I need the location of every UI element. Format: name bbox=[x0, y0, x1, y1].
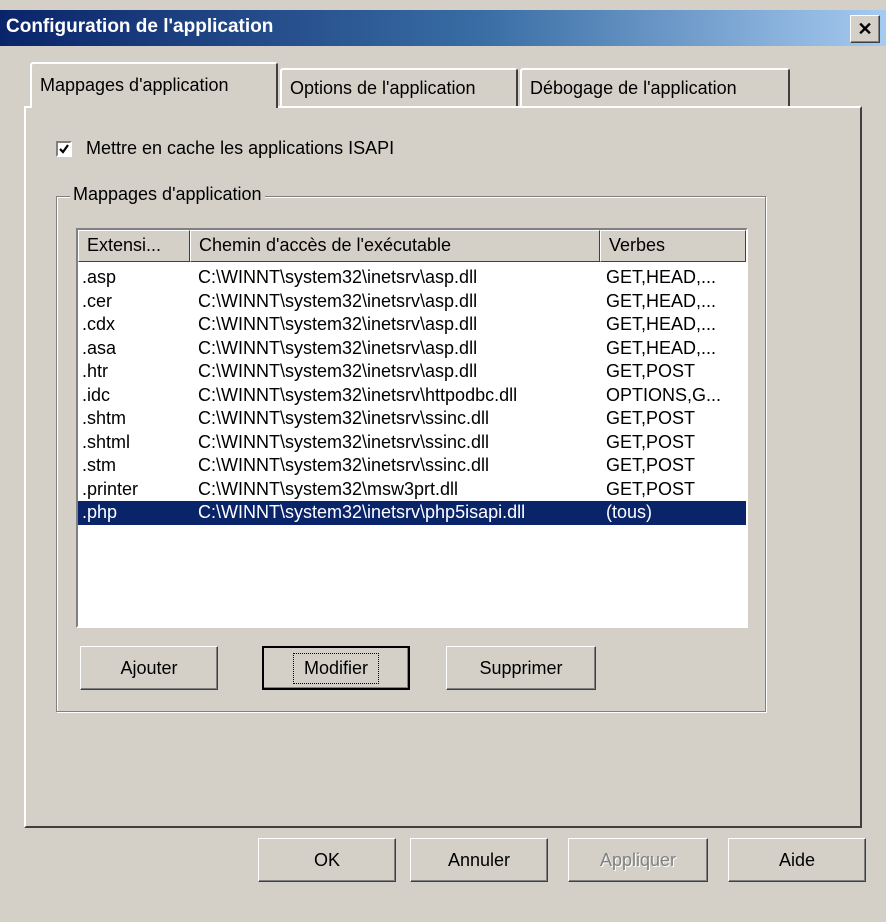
row-verbs: GET,HEAD,... bbox=[606, 337, 717, 358]
window-title: Configuration de l'application bbox=[6, 16, 274, 37]
row-extension: .asa bbox=[82, 337, 117, 358]
list-row[interactable]: .stm C:\WINNT\system32\inetsrv\ssinc.dll G… bbox=[78, 454, 746, 478]
row-path: C:\WINNT\system32\inetsrv\httpodbc.dll bbox=[198, 384, 518, 405]
list-row[interactable]: .asp C:\WINNT\system32\inetsrv\asp.dll GET… bbox=[78, 266, 746, 290]
row-verbs: GET,POST bbox=[606, 431, 696, 452]
row-verbs: GET,HEAD,... bbox=[606, 267, 717, 287]
tab-label: Débogage de l'application bbox=[530, 78, 737, 98]
modify-button-label: Modifier bbox=[292, 652, 380, 684]
row-verbs: OPTIONS,G... bbox=[606, 384, 722, 405]
title-bar[interactable]: Configuration de l'application ✕ bbox=[0, 10, 886, 46]
row-verbs: GET,HEAD,... bbox=[606, 314, 717, 334]
row-verbs: (tous) bbox=[606, 502, 653, 522]
column-header-extension[interactable]: Extensi... bbox=[78, 230, 190, 262]
list-row[interactable]: .asa C:\WINNT\system32\inetsrv\asp.dll GET… bbox=[78, 337, 746, 361]
cache-isapi-checkbox[interactable] bbox=[56, 140, 72, 157]
list-row[interactable]: .idc C:\WINNT\system32\inetsrv\httpodbc.d… bbox=[78, 384, 746, 408]
row-path: C:\WINNT\system32\inetsrv\asp.dll bbox=[198, 337, 478, 358]
row-verbs: GET,HEAD,... bbox=[606, 290, 717, 311]
row-extension: .printer bbox=[82, 478, 139, 499]
row-extension: .cer bbox=[82, 290, 113, 311]
mappings-group-label: Mappages d'application bbox=[70, 184, 265, 205]
cache-isapi-label: Mettre en cache les applications ISAPI bbox=[86, 138, 395, 158]
cancel-button-label: Annuler bbox=[447, 849, 511, 870]
list-row[interactable]: .shtm C:\WINNT\system32\inetsrv\ssinc.dll… bbox=[78, 407, 746, 431]
remove-button-label: Supprimer bbox=[479, 657, 563, 678]
row-verbs: GET,POST bbox=[606, 361, 696, 381]
checkmark-icon bbox=[59, 143, 69, 154]
row-path: C:\WINNT\system32\inetsrv\asp.dll bbox=[198, 290, 478, 311]
mappings-listview[interactable]: Extensi... Chemin d'accès de l'exécutabl… bbox=[76, 228, 748, 628]
row-verbs: GET,POST bbox=[606, 455, 696, 475]
apply-button-label: Appliquer bbox=[599, 849, 677, 870]
list-row[interactable]: .shtml C:\WINNT\system32\inetsrv\ssinc.dl… bbox=[78, 431, 746, 455]
row-path: C:\WINNT\system32\inetsrv\asp.dll bbox=[198, 267, 478, 287]
list-header: Extensi... Chemin d'accès de l'exécutabl… bbox=[78, 230, 746, 262]
row-path: C:\WINNT\system32\inetsrv\asp.dll bbox=[198, 361, 478, 381]
tab-label: Options de l'application bbox=[290, 78, 476, 98]
cache-isapi-row[interactable]: Mettre en cache les applications ISAPI bbox=[56, 138, 394, 159]
close-icon[interactable]: ✕ bbox=[850, 15, 880, 43]
row-extension: .shtm bbox=[82, 408, 127, 428]
row-path: C:\WINNT\system32\inetsrv\ssinc.dll bbox=[198, 408, 490, 428]
add-button[interactable]: Ajouter bbox=[80, 646, 218, 690]
list-row[interactable]: .cer C:\WINNT\system32\inetsrv\asp.dll GET… bbox=[78, 290, 746, 314]
tab-label: Mappages d'application bbox=[40, 75, 229, 95]
row-verbs: GET,POST bbox=[606, 408, 696, 428]
tab-mappages-application[interactable]: Mappages d'application bbox=[30, 62, 278, 108]
row-extension: .cdx bbox=[82, 314, 116, 334]
ok-button[interactable]: OK bbox=[258, 838, 396, 882]
row-path: C:\WINNT\system32\inetsrv\ssinc.dll bbox=[198, 431, 490, 452]
row-extension: .stm bbox=[82, 455, 116, 475]
column-header-verbs[interactable]: Verbes bbox=[600, 230, 746, 262]
row-extension: .htr bbox=[82, 361, 109, 381]
row-extension: .shtml bbox=[82, 431, 131, 452]
row-path: C:\WINNT\system32\msw3prt.dll bbox=[198, 478, 459, 499]
row-extension: .idc bbox=[82, 384, 111, 405]
row-extension: .php bbox=[82, 502, 118, 522]
row-path: C:\WINNT\system32\inetsrv\php5isapi.dll bbox=[198, 502, 526, 522]
list-row[interactable]: .htr C:\WINNT\system32\inetsrv\asp.dll GET… bbox=[78, 360, 746, 384]
cancel-button[interactable]: Annuler bbox=[410, 838, 548, 882]
row-path: C:\WINNT\system32\inetsrv\asp.dll bbox=[198, 314, 478, 334]
help-button[interactable]: Aide bbox=[728, 838, 866, 882]
list-row-selected[interactable]: .php C:\WINNT\system32\inetsrv\php5isapi.… bbox=[78, 501, 746, 525]
row-verbs: GET,POST bbox=[606, 478, 696, 499]
column-header-path[interactable]: Chemin d'accès de l'exécutable bbox=[190, 230, 600, 262]
apply-button[interactable]: Appliquer bbox=[568, 838, 708, 882]
row-extension: .asp bbox=[82, 267, 117, 287]
tab-debogage-application[interactable]: Débogage de l'application bbox=[520, 68, 790, 106]
ok-button-label: OK bbox=[313, 849, 340, 870]
tab-options-application[interactable]: Options de l'application bbox=[280, 68, 518, 106]
list-row[interactable]: .printer C:\WINNT\system32\msw3prt.dll GET… bbox=[78, 478, 746, 502]
modify-button[interactable]: Modifier bbox=[262, 646, 410, 690]
remove-button[interactable]: Supprimer bbox=[446, 646, 596, 690]
list-row[interactable]: .cdx C:\WINNT\system32\inetsrv\asp.dll GET… bbox=[78, 313, 746, 337]
list-body: .asp C:\WINNT\system32\inetsrv\asp.dll GET… bbox=[78, 266, 746, 525]
help-button-label: Aide bbox=[778, 849, 816, 870]
application-configuration-dialog: Configuration de l'application ✕ Mappage… bbox=[0, 0, 886, 922]
row-path: C:\WINNT\system32\inetsrv\ssinc.dll bbox=[198, 455, 490, 475]
add-button-label: Ajouter bbox=[120, 657, 178, 678]
